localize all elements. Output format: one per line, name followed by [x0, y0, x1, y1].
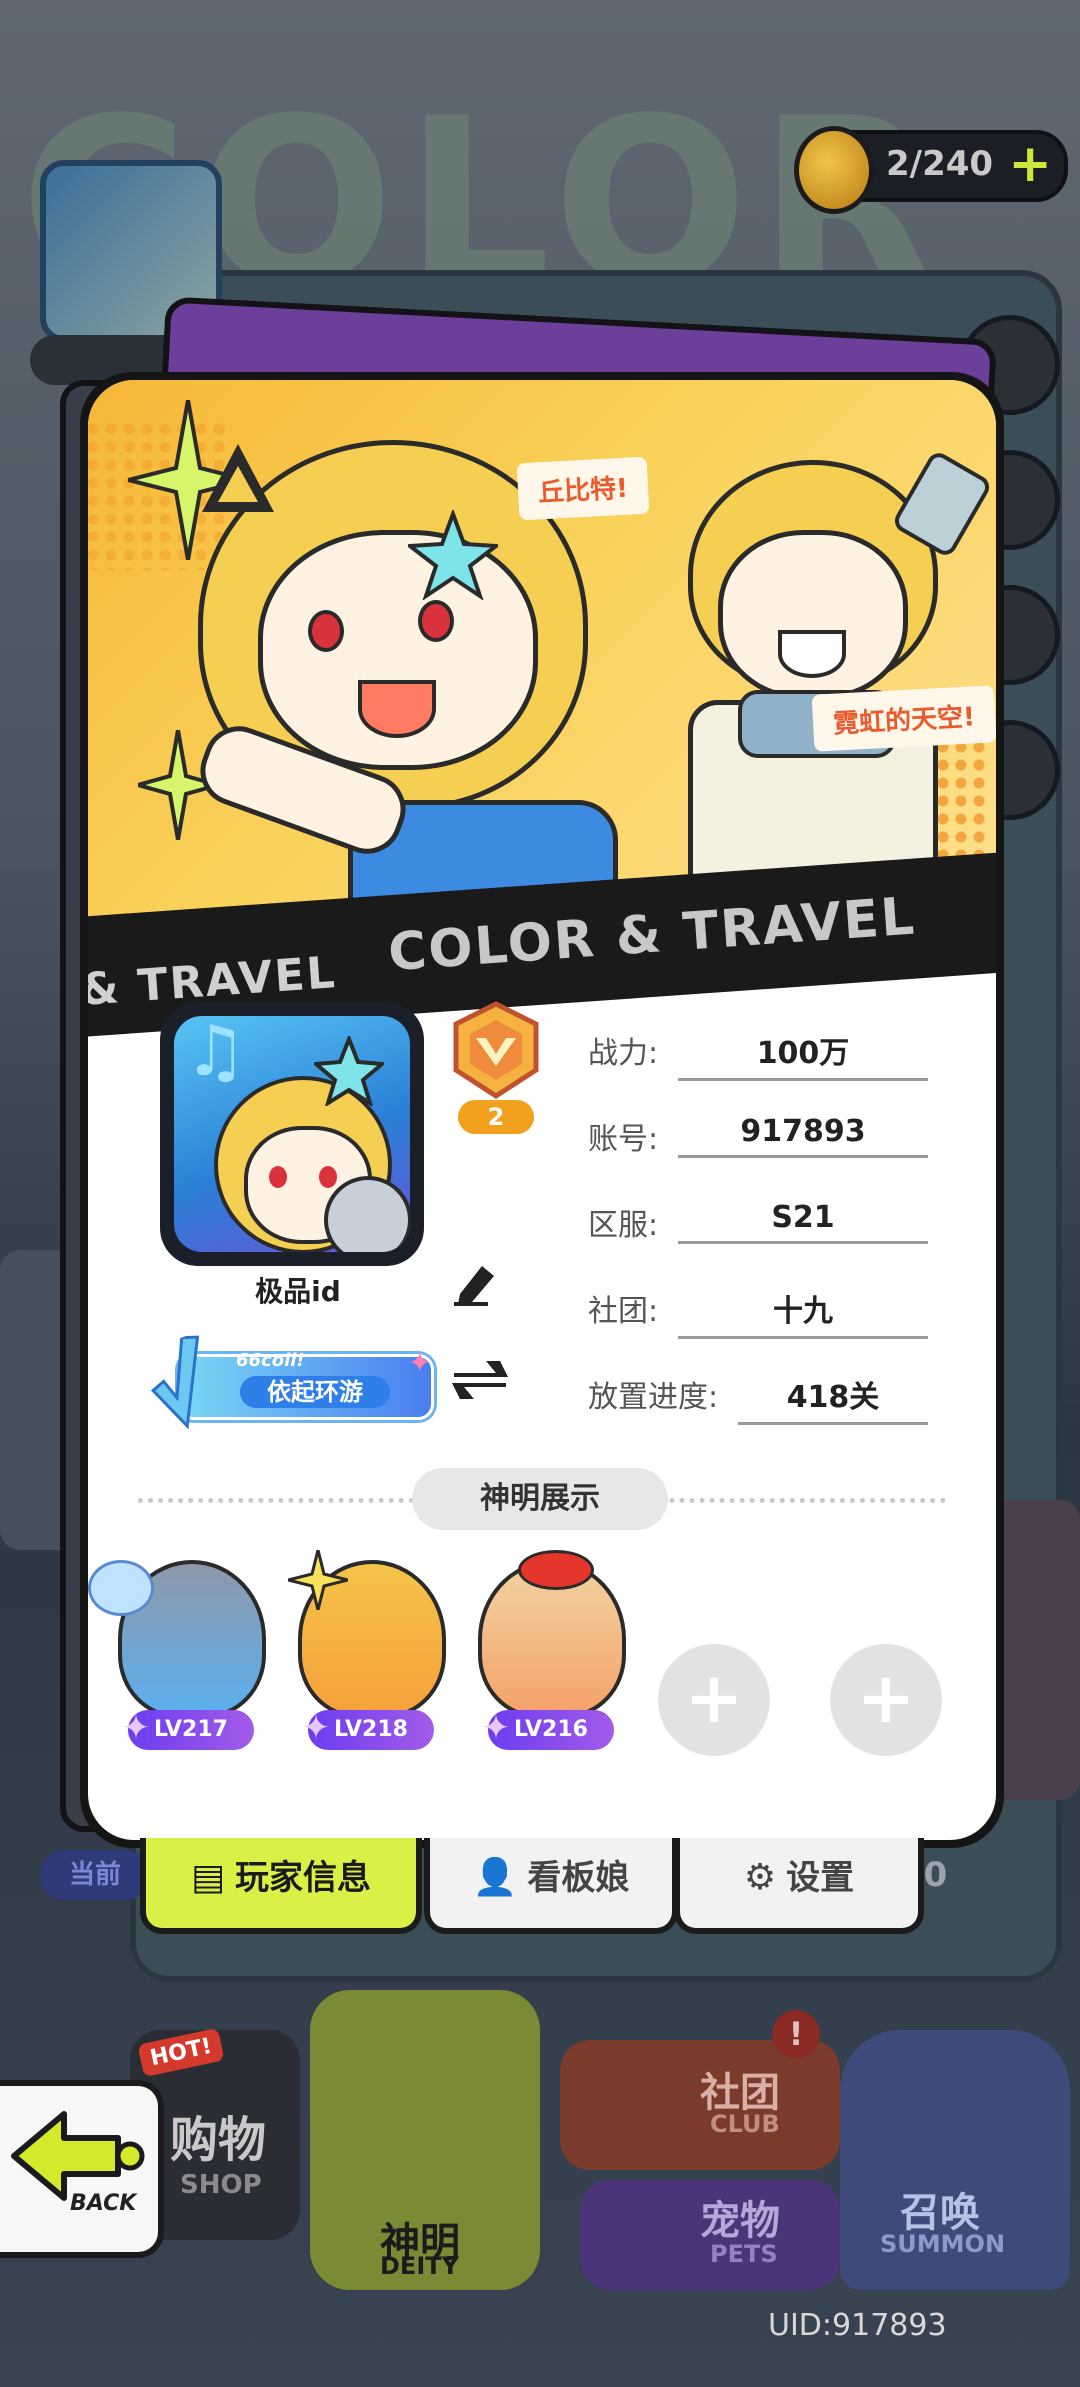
power-value: 100万 — [678, 1028, 928, 1081]
back-label: BACK — [70, 2191, 137, 2216]
avatar[interactable]: ♫ — [160, 1002, 424, 1266]
deity-level-badge: ✦ LV216 — [482, 1708, 614, 1750]
tab-mascot[interactable]: 👤 看板娘 — [424, 1838, 678, 1934]
add-deity-button-1[interactable]: + — [658, 1644, 770, 1756]
deity-slot-3[interactable]: ✦ LV216 — [448, 1550, 628, 1750]
banner-image: 丘比特! 霓虹的天空! — [88, 380, 996, 940]
title-badge[interactable]: 66coll! 依起环游 ✦ — [148, 1335, 438, 1430]
speech-bubble-2: 霓虹的天空! — [811, 685, 996, 752]
tab-label: 玩家信息 — [235, 1858, 371, 1898]
tab-label: 看板娘 — [527, 1858, 630, 1898]
pets-label-en: PETS — [710, 2240, 778, 2268]
add-currency-button[interactable]: + — [1008, 134, 1052, 194]
deity-slot-1[interactable]: ✦ LV217 — [88, 1550, 268, 1750]
person-icon: 👤 — [472, 1857, 518, 1898]
uid-label: UID:917893 — [768, 2308, 947, 2343]
sparkle-icon: ✦ — [408, 1346, 432, 1379]
account-label: 账号: — [588, 1122, 659, 1157]
pets-label: 宠物 — [700, 2198, 780, 2244]
summon-label-en: SUMMON — [880, 2230, 1006, 2258]
account-value: 917893 — [678, 1114, 928, 1158]
pets-button[interactable]: 宠物 PETS — [580, 2180, 840, 2290]
shop-label-en: SHOP — [180, 2170, 262, 2200]
music-note-icon: ♫ — [184, 1016, 247, 1092]
tab-settings[interactable]: ⚙ 设置 — [674, 1838, 924, 1934]
shop-label: 购物 — [170, 2112, 267, 2168]
club-value: 十九 — [678, 1286, 928, 1339]
currency-bar: 2/240 + — [794, 126, 1068, 214]
player-info-card: 丘比特! 霓虹的天空! & TRAVEL COLOR & TRAVEL C ♫ — [80, 372, 1004, 1848]
summon-button[interactable]: 召唤 SUMMON — [840, 2030, 1070, 2290]
club-label: 社团: — [588, 1294, 659, 1329]
idle-progress-value: 418关 — [738, 1372, 928, 1425]
deity-level-badge: ✦ LV218 — [302, 1708, 434, 1750]
title-badge-top: 66coll! — [236, 1350, 305, 1371]
deity-menu-button[interactable]: 神明 DEITY — [310, 1990, 540, 2290]
sparkle-icon — [288, 1550, 348, 1610]
star-icon — [314, 1036, 384, 1106]
coin-icon — [794, 126, 874, 214]
check-mark-icon — [150, 1335, 200, 1430]
switch-icon[interactable] — [450, 1355, 510, 1405]
deity-menu-label-en: DEITY — [380, 2252, 459, 2280]
avatar-image: ♫ — [174, 1016, 410, 1252]
title-badge-main: 依起环游 — [240, 1376, 390, 1408]
add-deity-button-2[interactable]: + — [830, 1644, 942, 1756]
hot-badge: HOT! — [137, 2027, 225, 2078]
currency-value: 2/240 — [886, 144, 994, 184]
triangle-hairclip-icon — [202, 444, 274, 512]
deity-showcase-title: 神明展示 — [412, 1468, 668, 1530]
star-icon: ✦ — [481, 1708, 511, 1748]
star-hairclip-icon — [408, 510, 498, 600]
power-label: 战力: — [588, 1036, 659, 1071]
deity-level-badge: ✦ LV217 — [122, 1708, 254, 1750]
server-value: S21 — [678, 1200, 928, 1244]
server-label: 区服: — [588, 1208, 659, 1243]
stripe-text-main: COLOR & TRAVEL — [386, 886, 918, 984]
club-label-en: CLUB — [710, 2110, 780, 2138]
tab-player-info[interactable]: ▤ 玩家信息 — [140, 1838, 422, 1934]
gear-icon: ⚙ — [743, 1857, 777, 1898]
notification-icon: ! — [772, 2010, 820, 2058]
document-icon: ▤ — [190, 1857, 225, 1898]
side-label-left: 当前 — [40, 1850, 150, 1900]
club-button[interactable]: ! 社团 CLUB — [560, 2010, 840, 2170]
idle-progress-label: 放置进度: — [588, 1380, 719, 1415]
pet-icon — [88, 1560, 154, 1616]
back-button[interactable]: BACK — [0, 2080, 164, 2258]
deity-slot-2[interactable]: ✦ LV218 — [268, 1550, 448, 1750]
star-icon: ✦ — [301, 1708, 331, 1748]
speech-bubble-1: 丘比特! — [516, 456, 650, 521]
bow-icon — [518, 1550, 594, 1590]
star-icon: ✦ — [121, 1708, 151, 1748]
rank-level: 2 — [458, 1100, 534, 1134]
tab-label: 设置 — [786, 1858, 855, 1898]
edit-icon[interactable] — [450, 1258, 500, 1308]
banner-character-right — [648, 440, 994, 910]
player-name: 极品id — [255, 1275, 341, 1308]
rank-badge-icon — [453, 1001, 539, 1099]
